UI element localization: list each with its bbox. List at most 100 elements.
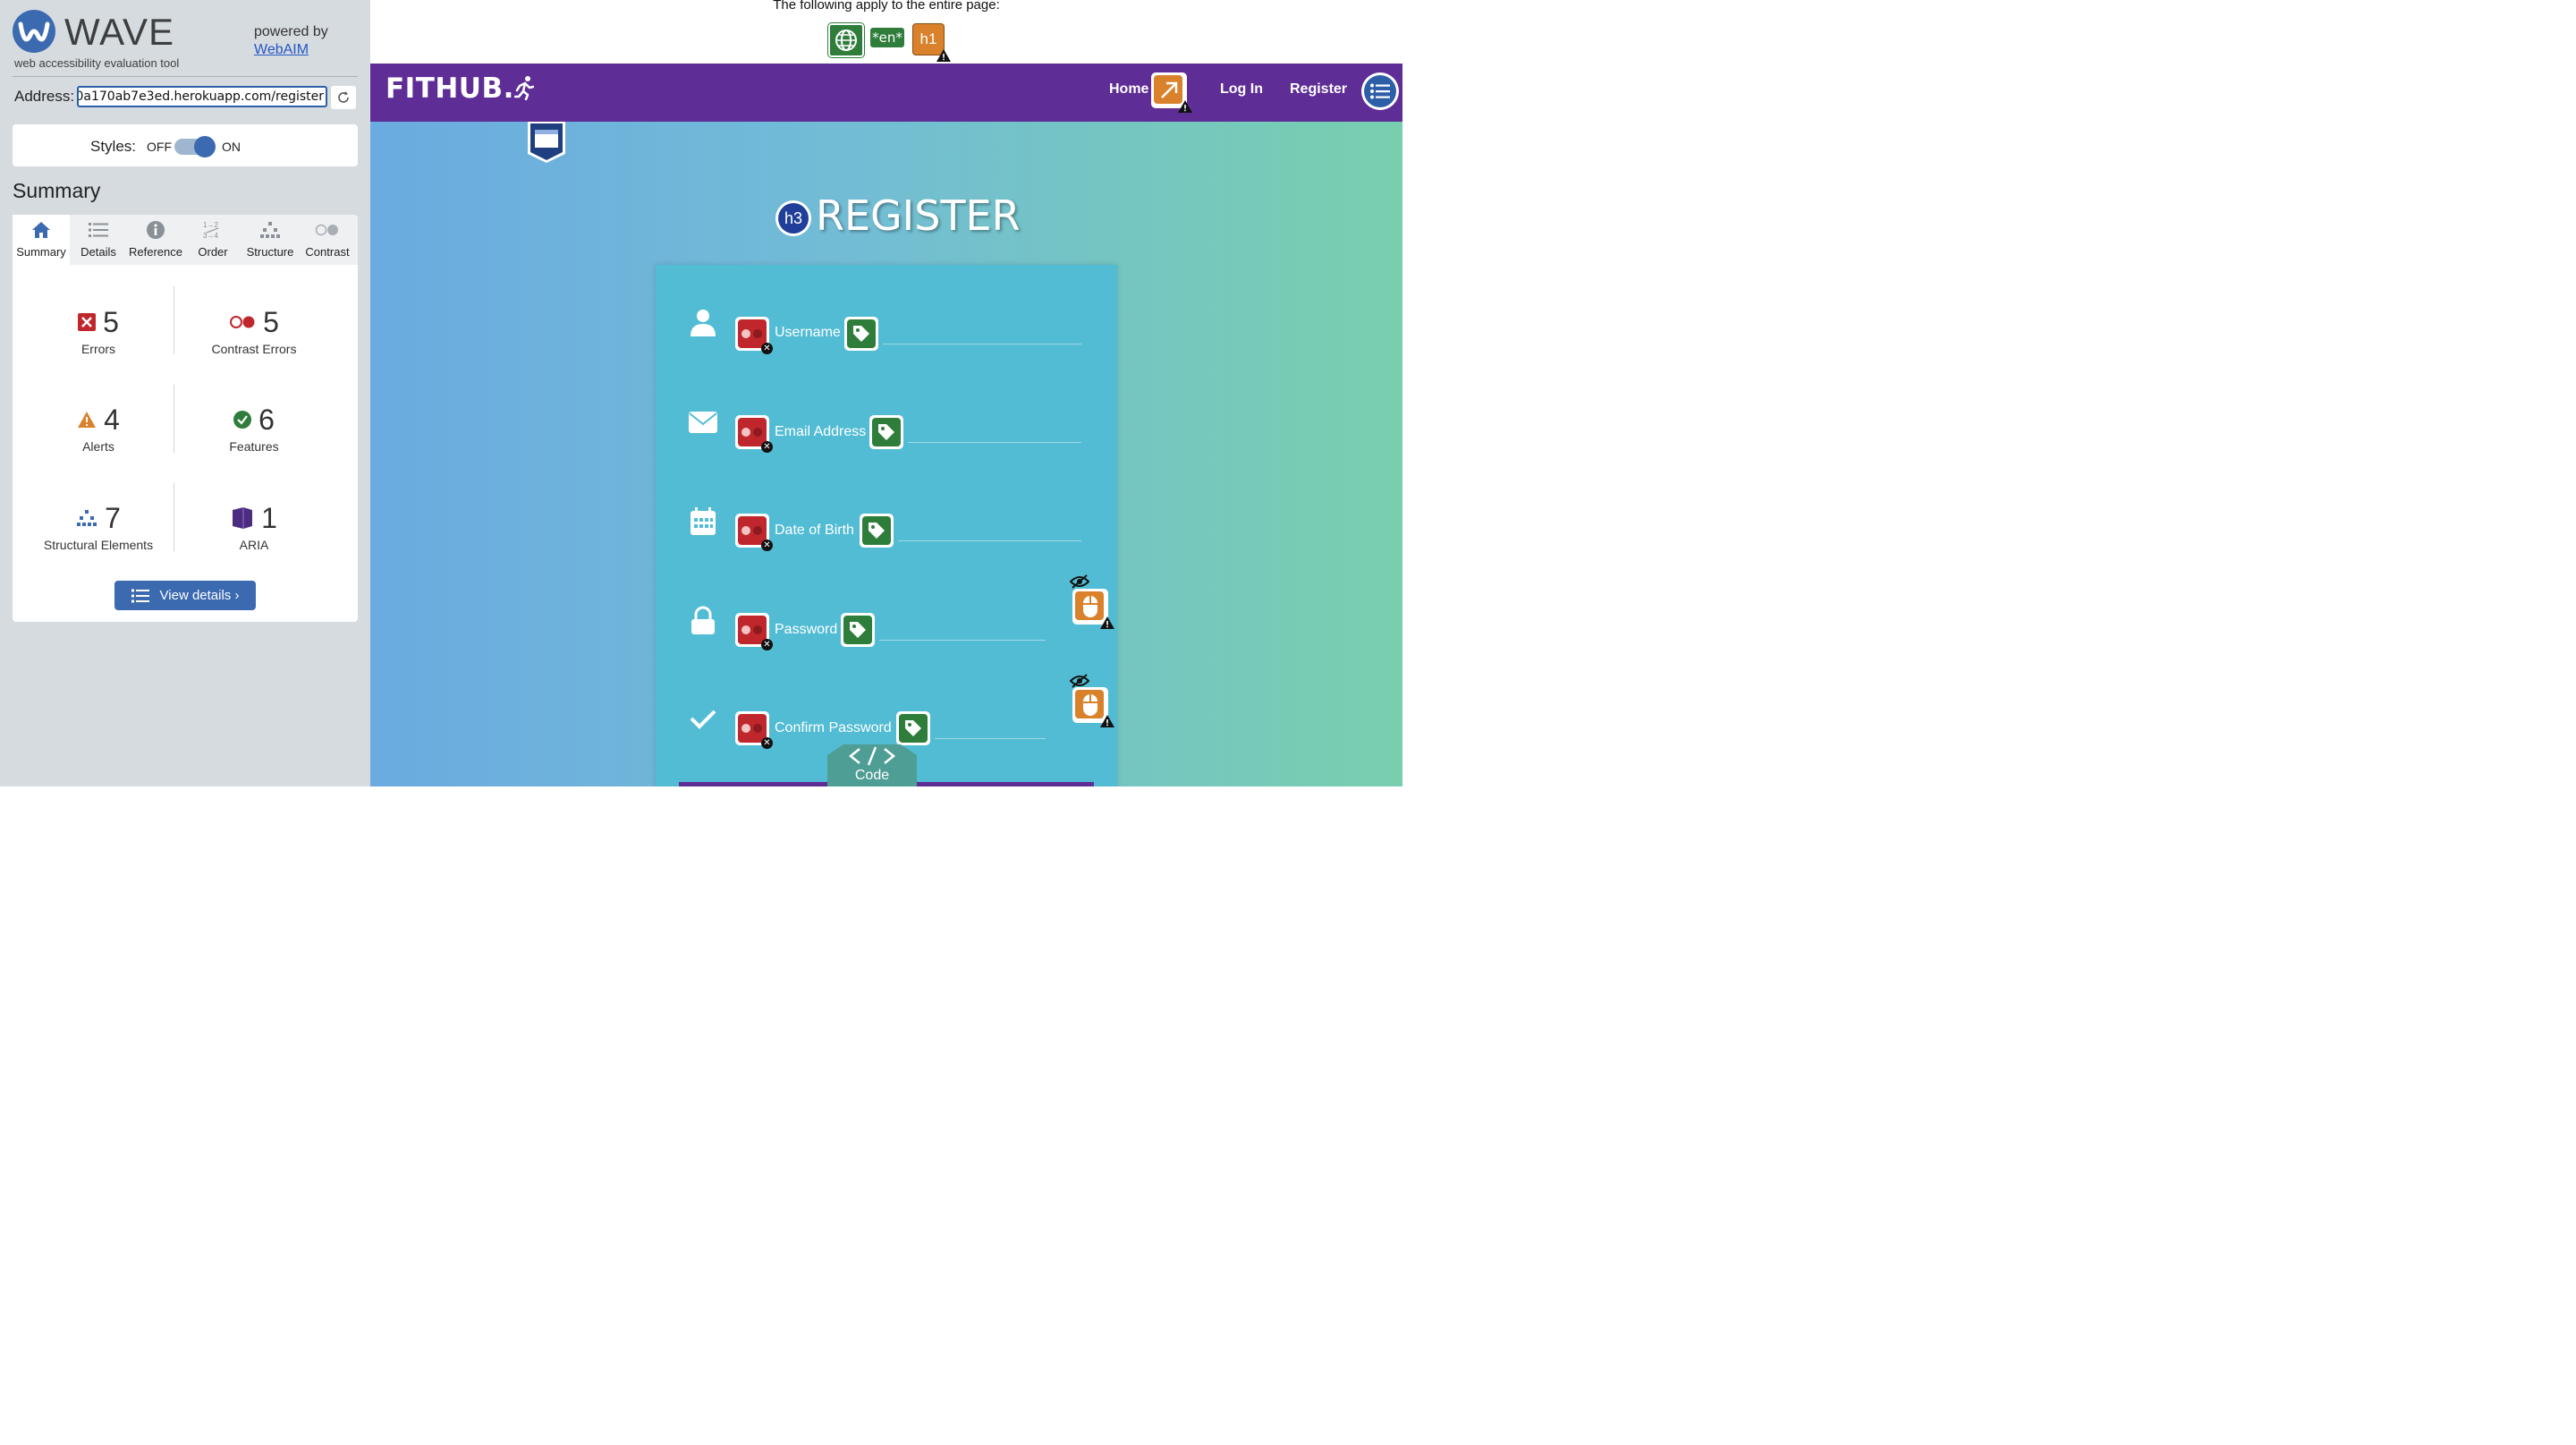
- h3-heading-icon[interactable]: h3: [775, 200, 811, 236]
- hidden-eye-icon: [1070, 674, 1089, 688]
- styles-off-label: OFF: [147, 140, 172, 154]
- wave-logo-icon: [13, 10, 55, 53]
- tab-summary[interactable]: Summary: [13, 215, 70, 265]
- reload-button[interactable]: [331, 86, 356, 109]
- field-label: Date of Birth: [775, 523, 854, 538]
- h1-badge-label: h1: [919, 30, 937, 47]
- form-field-dob: ✕ Date of Birth: [656, 506, 1117, 560]
- warning-icon: [1100, 616, 1114, 629]
- user-icon: [691, 310, 716, 336]
- form-label-feature-icon[interactable]: [860, 514, 894, 548]
- globe-icon: [835, 30, 857, 51]
- input-underline[interactable]: [898, 540, 1081, 541]
- tag-icon: [869, 523, 885, 539]
- code-icon: [849, 746, 895, 766]
- mouse-event-alert-icon[interactable]: [1072, 687, 1114, 727]
- powered-by: powered by WebAIM: [254, 23, 328, 59]
- contrast-error-icon: [230, 316, 255, 328]
- input-underline[interactable]: [908, 442, 1081, 443]
- field-label: Email Address: [775, 424, 867, 439]
- hidden-eye-icon: [1070, 574, 1089, 589]
- contrast-error-icon[interactable]: ✕: [735, 415, 773, 453]
- stat-label: ARIA: [239, 538, 269, 552]
- tab-reference[interactable]: Reference: [127, 215, 184, 265]
- input-underline[interactable]: [879, 640, 1046, 641]
- mouse-icon: [1083, 596, 1097, 617]
- contrast-error-icon[interactable]: ✕: [735, 711, 773, 749]
- webaim-link[interactable]: WebAIM: [254, 41, 328, 59]
- tag-icon: [878, 424, 894, 440]
- stat-count: 6: [258, 403, 275, 436]
- stat-structural-elements: 7 Structural Elements: [21, 500, 175, 553]
- tab-contrast[interactable]: Contrast: [299, 215, 356, 265]
- code-tab[interactable]: Code: [827, 743, 917, 786]
- calendar-icon: [691, 507, 716, 535]
- code-tab-label: Code: [854, 768, 890, 783]
- form-label-feature-icon[interactable]: [896, 711, 930, 745]
- mouse-icon: [1083, 694, 1097, 716]
- form-field-password: ✕ Password: [656, 606, 1117, 659]
- language-feature-icon[interactable]: [828, 23, 864, 57]
- wave-tagline: web accessibility evaluation tool: [14, 56, 180, 70]
- structure-icon: [260, 222, 280, 238]
- stat-alerts: 4 Alerts: [21, 402, 175, 454]
- nav-home[interactable]: Home: [1109, 81, 1148, 98]
- nav-login[interactable]: Log In: [1220, 81, 1263, 98]
- wave-logo-text: WAVE: [64, 11, 175, 53]
- form-label-feature-icon[interactable]: [869, 415, 903, 449]
- page-level-header: The following apply to the entire page: …: [370, 0, 1402, 64]
- form-field-username: ✕ Username: [656, 308, 1117, 361]
- h1-alert-badge[interactable]: h1: [912, 23, 951, 62]
- aria-list-feature-icon[interactable]: [1361, 72, 1399, 110]
- tab-label: Details: [80, 245, 116, 259]
- register-page-content: h3 REGISTER ✕ Username ✕ Email Address ✕…: [370, 122, 1402, 786]
- tab-label: Reference: [129, 245, 182, 259]
- tab-details[interactable]: Details: [70, 215, 127, 265]
- envelope-icon: [689, 412, 717, 433]
- nav-register[interactable]: Register: [1290, 81, 1347, 98]
- list-icon: [89, 223, 108, 237]
- list-icon: [131, 589, 149, 602]
- structure-element-icon[interactable]: [526, 122, 567, 163]
- address-label: Address:: [14, 88, 75, 105]
- form-field-email: ✕ Email Address: [656, 408, 1117, 462]
- warning-icon: [1100, 715, 1114, 727]
- site-navbar: FITHUB. Home Log In Register: [370, 64, 1402, 122]
- stat-count: 7: [105, 501, 121, 534]
- form-label-feature-icon[interactable]: [844, 317, 878, 351]
- tab-order[interactable]: 1→2 3→4 Order: [184, 215, 242, 265]
- stat-contrast-errors: 5 Contrast Errors: [177, 304, 331, 357]
- stat-label: Contrast Errors: [211, 342, 297, 356]
- contrast-error-icon[interactable]: ✕: [735, 514, 773, 551]
- checkmark-icon: [690, 710, 716, 729]
- info-icon: [147, 221, 165, 239]
- warning-icon: [936, 49, 951, 62]
- tag-icon: [850, 622, 866, 638]
- stat-aria: 1 ARIA: [177, 500, 331, 552]
- form-label-feature-icon[interactable]: [841, 613, 875, 647]
- panel-tabs: Summary Details Reference 1→2 3→4 Order S…: [13, 215, 358, 265]
- stat-features: 6 Features: [177, 402, 331, 455]
- wave-sidebar: WAVE web accessibility evaluation tool p…: [0, 0, 370, 786]
- stat-label: Errors: [80, 342, 116, 356]
- redundant-link-alert-icon[interactable]: [1151, 72, 1192, 113]
- input-underline[interactable]: [935, 738, 1046, 739]
- view-details-button[interactable]: View details ›: [114, 581, 256, 610]
- contrast-error-icon[interactable]: ✕: [735, 613, 773, 650]
- page-note: The following apply to the entire page:: [773, 0, 1000, 13]
- tab-label: Summary: [16, 245, 66, 259]
- structure-icon: [77, 510, 97, 526]
- tab-structure[interactable]: Structure: [242, 215, 299, 265]
- address-input[interactable]: https://fithub-pp4-jeremy-0a170ab7e3ed.h…: [77, 86, 327, 107]
- lang-en-badge[interactable]: *en*: [869, 27, 905, 48]
- mouse-event-alert-icon[interactable]: [1072, 589, 1114, 629]
- site-brand[interactable]: FITHUB.: [386, 72, 535, 105]
- reload-icon: [338, 91, 349, 103]
- divider: [13, 76, 358, 77]
- contrast-error-icon[interactable]: ✕: [735, 317, 773, 354]
- summary-heading: Summary: [13, 179, 101, 202]
- list-icon: [1370, 83, 1390, 99]
- field-label: Username: [775, 325, 841, 340]
- styles-toggle[interactable]: [174, 136, 216, 157]
- view-details-label: View details ›: [159, 588, 240, 603]
